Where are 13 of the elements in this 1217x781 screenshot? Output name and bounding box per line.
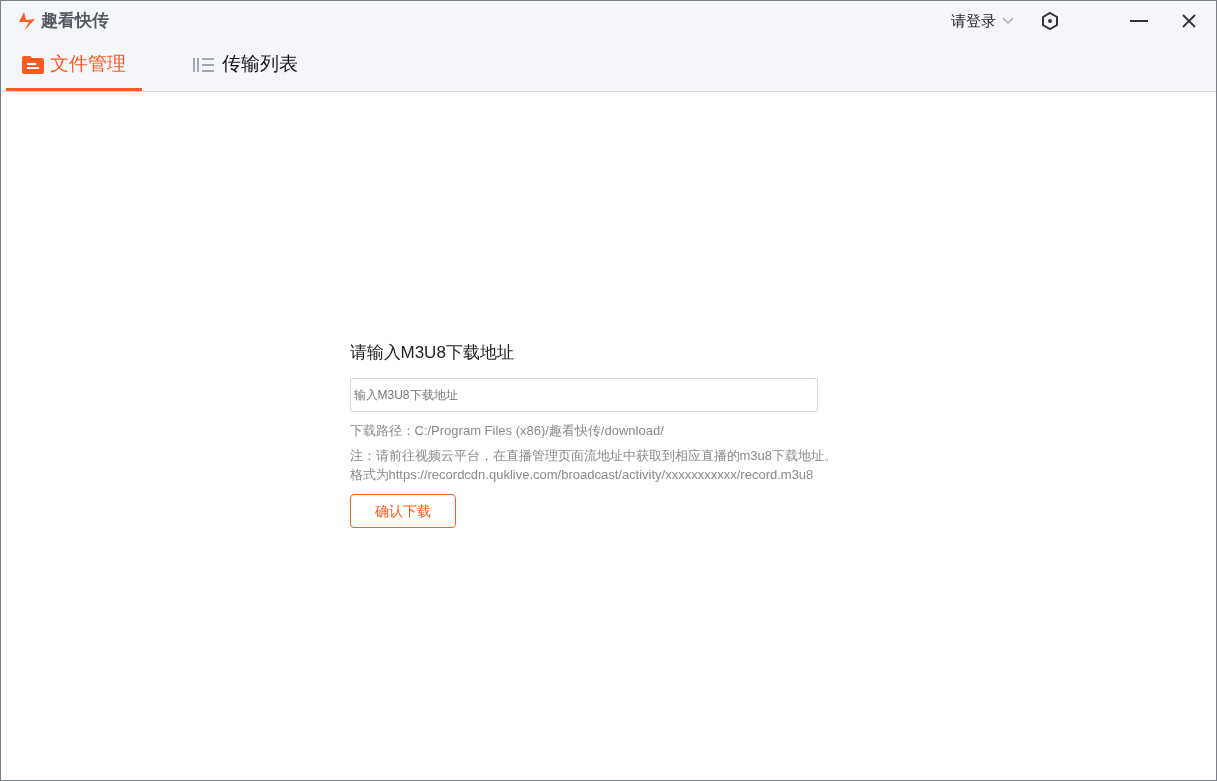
login-button[interactable]: 请登录 bbox=[951, 9, 1014, 33]
tab[interactable]: 传输列表 bbox=[176, 41, 314, 91]
download-path-text: 下载路径：C:/Program Files (x86)/趣看快传/download/ bbox=[349, 421, 665, 440]
transfer-list-icon bbox=[192, 56, 216, 73]
minimize-icon[interactable] bbox=[1130, 19, 1148, 23]
url-input-field[interactable]: 输入M3U8下载地址 bbox=[349, 377, 818, 412]
form-heading: 请输入M3U8下载地址 bbox=[349, 342, 515, 364]
settings-icon[interactable] bbox=[1040, 11, 1060, 31]
chevron-down-icon bbox=[1002, 17, 1014, 25]
folder-icon bbox=[22, 55, 44, 74]
close-icon[interactable] bbox=[1182, 14, 1196, 28]
window-title: 趣看快传 bbox=[41, 10, 109, 33]
note-text: 注：请前往视频云平台，在直播管理页面流地址中获取到相应直播的m3u8下载地址。格式为https://recordcdn.quklive.com/broadcast/activity/xxxxxxxxxxx/record.m3u8 bbox=[349, 447, 839, 484]
